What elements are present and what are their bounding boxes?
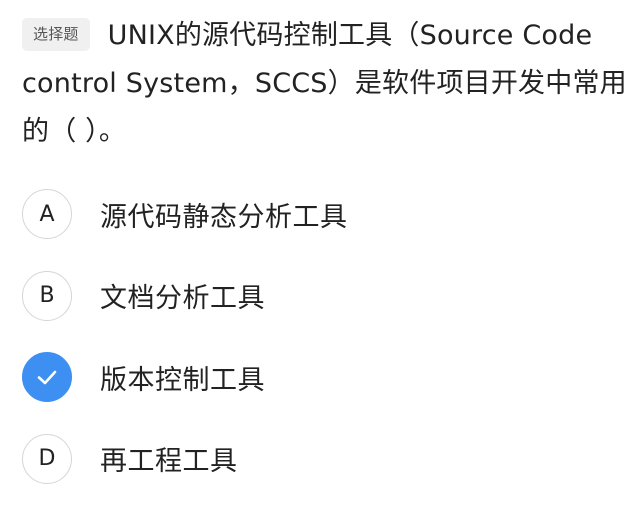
question-text: UNIX的源代码控制工具（Source Code control System，…: [22, 20, 627, 147]
option-d[interactable]: D 再工程工具: [22, 433, 622, 485]
option-c-marker[interactable]: [22, 352, 72, 402]
option-a-text: 源代码静态分析工具: [100, 201, 348, 233]
option-a[interactable]: A 源代码静态分析工具: [22, 188, 622, 240]
option-b-text: 文档分析工具: [100, 283, 265, 314]
option-c-text: 版本控制工具: [100, 364, 265, 396]
option-d-text: 再工程工具: [100, 446, 238, 477]
option-d-marker[interactable]: D: [22, 433, 72, 484]
question-type-badge: 选择题: [22, 18, 90, 51]
question-block: 选择题 UNIX的源代码控制工具（Source Code control Syst…: [22, 12, 627, 156]
check-icon: [37, 370, 57, 385]
option-c[interactable]: 版本控制工具: [22, 351, 622, 403]
option-a-marker[interactable]: A: [22, 189, 72, 239]
option-b-marker[interactable]: B: [22, 270, 72, 321]
options-list: A 源代码静态分析工具 B 文档分析工具 版本控制工具 D 再工程工具: [22, 188, 622, 514]
option-b[interactable]: B 文档分析工具: [22, 270, 622, 322]
